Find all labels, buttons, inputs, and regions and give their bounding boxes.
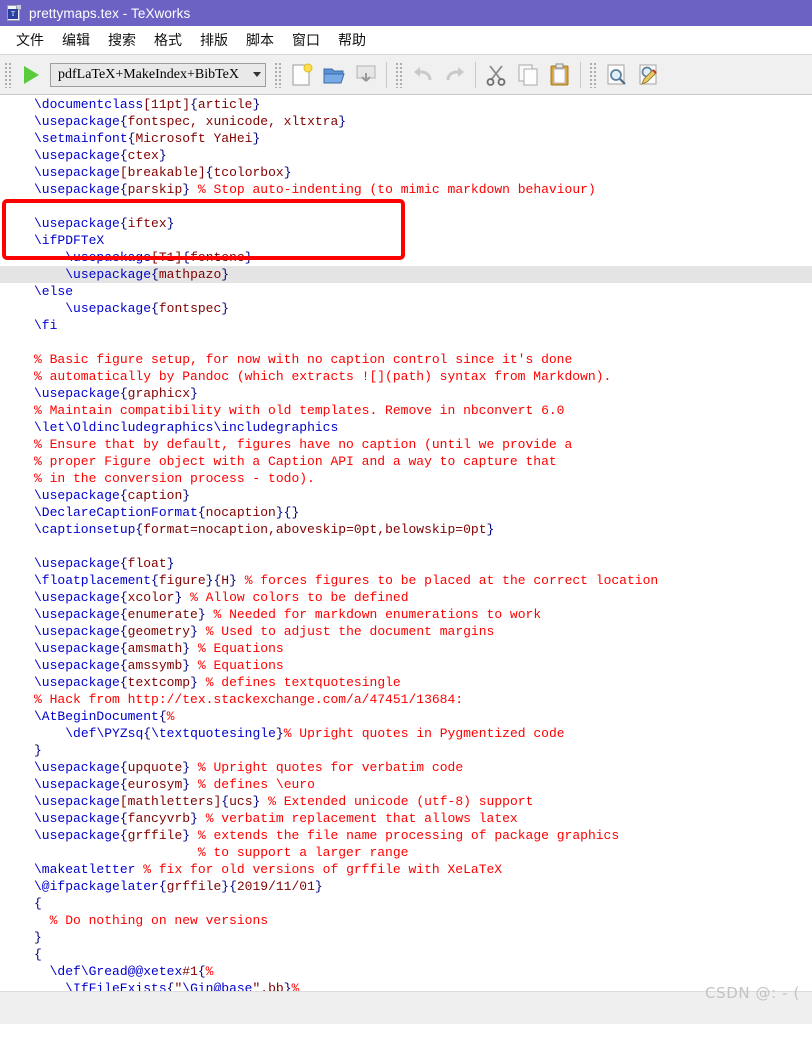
engine-select[interactable]: pdfLaTeX+MakeIndex+BibTeX [50, 62, 266, 87]
code-line[interactable]: \captionsetup{format=nocaption,aboveskip… [0, 521, 812, 538]
typeset-run-button[interactable] [16, 60, 46, 90]
toolbar-grip-typeset[interactable] [4, 61, 13, 88]
code-line[interactable] [0, 334, 812, 351]
code-line[interactable]: % in the conversion process - todo). [0, 470, 812, 487]
code-line[interactable]: \ifPDFTeX [0, 232, 812, 249]
code-line[interactable]: % to support a larger range [0, 844, 812, 861]
code-line[interactable]: \usepackage{mathpazo} [0, 266, 812, 283]
code-line[interactable]: % Ensure that by default, figures have n… [0, 436, 812, 453]
code-line[interactable]: \usepackage{geometry} % Used to adjust t… [0, 623, 812, 640]
code-lines[interactable]: \documentclass[11pt]{article} \usepackage… [0, 95, 812, 1014]
menu-help[interactable]: 帮助 [329, 28, 375, 52]
menu-typeset[interactable]: 排版 [191, 28, 237, 52]
code-line[interactable]: \usepackage[T1]{fontenc} [0, 249, 812, 266]
new-file-icon[interactable] [287, 60, 317, 90]
toolbar-separator-1 [386, 61, 387, 88]
code-line[interactable]: \usepackage{fontspec} [0, 300, 812, 317]
code-line[interactable]: \DeclareCaptionFormat{nocaption}{} [0, 504, 812, 521]
play-icon [23, 65, 39, 84]
code-line[interactable]: % Hack from http://tex.stackexchange.com… [0, 691, 812, 708]
tex-document-icon: T [6, 4, 22, 22]
menu-format[interactable]: 格式 [145, 28, 191, 52]
code-line[interactable]: \@ifpackagelater{grffile}{2019/11/01} [0, 878, 812, 895]
cut-icon[interactable] [481, 60, 511, 90]
undo-icon[interactable] [408, 60, 438, 90]
code-line[interactable]: \makeatletter % fix for old versions of … [0, 861, 812, 878]
code-line[interactable]: \usepackage{xcolor} % Allow colors to be… [0, 589, 812, 606]
menu-file[interactable]: 文件 [7, 28, 53, 52]
code-line[interactable]: \usepackage[mathletters]{ucs} % Extended… [0, 793, 812, 810]
code-line[interactable]: \fi [0, 317, 812, 334]
code-line[interactable]: \usepackage{parskip} % Stop auto-indenti… [0, 181, 812, 198]
menubar: 文件 编辑 搜索 格式 排版 脚本 窗口 帮助 [0, 26, 812, 55]
redo-icon[interactable] [440, 60, 470, 90]
toolbar-grip-search[interactable] [589, 61, 598, 88]
code-line[interactable]: \setmainfont{Microsoft YaHei} [0, 130, 812, 147]
code-editor[interactable]: \documentclass[11pt]{article} \usepackage… [0, 95, 812, 1024]
code-line[interactable]: \usepackage[breakable]{tcolorbox} [0, 164, 812, 181]
toolbar-separator-2 [475, 61, 476, 88]
code-line[interactable]: \usepackage{fontspec, xunicode, xltxtra} [0, 113, 812, 130]
toolbar-separator-3 [580, 61, 581, 88]
toolbar-grip-edit[interactable] [395, 61, 404, 88]
code-line[interactable] [0, 538, 812, 555]
code-line[interactable]: \usepackage{caption} [0, 487, 812, 504]
code-line[interactable]: \usepackage{textcomp} % defines textquot… [0, 674, 812, 691]
code-line[interactable]: \floatplacement{figure}{H} % forces figu… [0, 572, 812, 589]
find-icon[interactable] [602, 60, 632, 90]
engine-select-value: pdfLaTeX+MakeIndex+BibTeX [58, 66, 239, 82]
toolbar: pdfLaTeX+MakeIndex+BibTeX [0, 55, 812, 95]
code-line[interactable]: % proper Figure object with a Caption AP… [0, 453, 812, 470]
code-line[interactable]: \usepackage{float} [0, 555, 812, 572]
toolbar-grip-file[interactable] [274, 61, 283, 88]
csdn-watermark: CSDN @: - ( [705, 984, 800, 1002]
code-line[interactable]: \AtBeginDocument{% [0, 708, 812, 725]
menu-edit[interactable]: 编辑 [53, 28, 99, 52]
code-line[interactable]: \usepackage{amsmath} % Equations [0, 640, 812, 657]
code-line[interactable]: \usepackage{iftex} [0, 215, 812, 232]
code-line[interactable]: \usepackage{grffile} % extends the file … [0, 827, 812, 844]
code-line[interactable]: \usepackage{amssymb} % Equations [0, 657, 812, 674]
menu-scripts[interactable]: 脚本 [237, 28, 283, 52]
open-file-icon[interactable] [319, 60, 349, 90]
menu-window[interactable]: 窗口 [283, 28, 329, 52]
code-line[interactable]: } [0, 929, 812, 946]
code-line[interactable]: { [0, 895, 812, 912]
code-line[interactable]: \def\PYZsq{\textquotesingle}% Upright qu… [0, 725, 812, 742]
code-line[interactable]: % Maintain compatibility with old templa… [0, 402, 812, 419]
code-line[interactable]: \documentclass[11pt]{article} [0, 96, 812, 113]
find-replace-icon[interactable] [634, 60, 664, 90]
code-line[interactable]: \else [0, 283, 812, 300]
menu-search[interactable]: 搜索 [99, 28, 145, 52]
code-line[interactable]: \usepackage{eurosym} % defines \euro [0, 776, 812, 793]
window-titlebar: T prettymaps.tex - TeXworks [0, 0, 812, 26]
statusbar [0, 991, 812, 1024]
code-line[interactable]: \let\Oldincludegraphics\includegraphics [0, 419, 812, 436]
code-line[interactable]: \usepackage{upquote} % Upright quotes fo… [0, 759, 812, 776]
chevron-down-icon [253, 72, 261, 77]
code-line[interactable]: \def\Gread@@xetex#1{% [0, 963, 812, 980]
code-line[interactable] [0, 198, 812, 215]
window-title: prettymaps.tex - TeXworks [29, 5, 191, 21]
copy-icon[interactable] [513, 60, 543, 90]
code-line[interactable]: \usepackage{graphicx} [0, 385, 812, 402]
save-file-icon[interactable] [351, 60, 381, 90]
paste-icon[interactable] [545, 60, 575, 90]
code-line[interactable]: % Basic figure setup, for now with no ca… [0, 351, 812, 368]
code-line[interactable]: { [0, 946, 812, 963]
code-line[interactable]: \usepackage{ctex} [0, 147, 812, 164]
code-line[interactable]: \usepackage{fancyvrb} % verbatim replace… [0, 810, 812, 827]
code-line[interactable]: \usepackage{enumerate} % Needed for mark… [0, 606, 812, 623]
code-line[interactable]: % automatically by Pandoc (which extract… [0, 368, 812, 385]
code-line[interactable]: } [0, 742, 812, 759]
code-line[interactable]: % Do nothing on new versions [0, 912, 812, 929]
